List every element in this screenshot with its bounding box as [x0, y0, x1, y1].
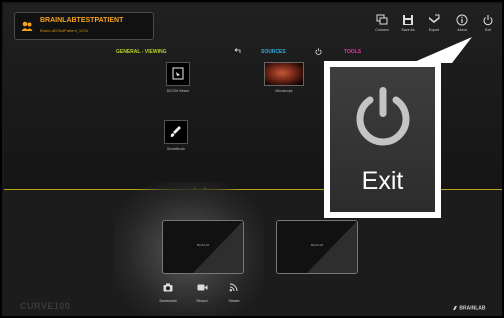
exit-zoom-label: Exit — [361, 167, 404, 195]
exit-zoom-callout: Exit — [324, 61, 441, 218]
power-icon — [356, 87, 410, 146]
app-window: BRAINLABTESTPATIENT BrainLABTestPatient_… — [0, 0, 504, 318]
exit-zoom-panel: Exit — [330, 67, 435, 212]
